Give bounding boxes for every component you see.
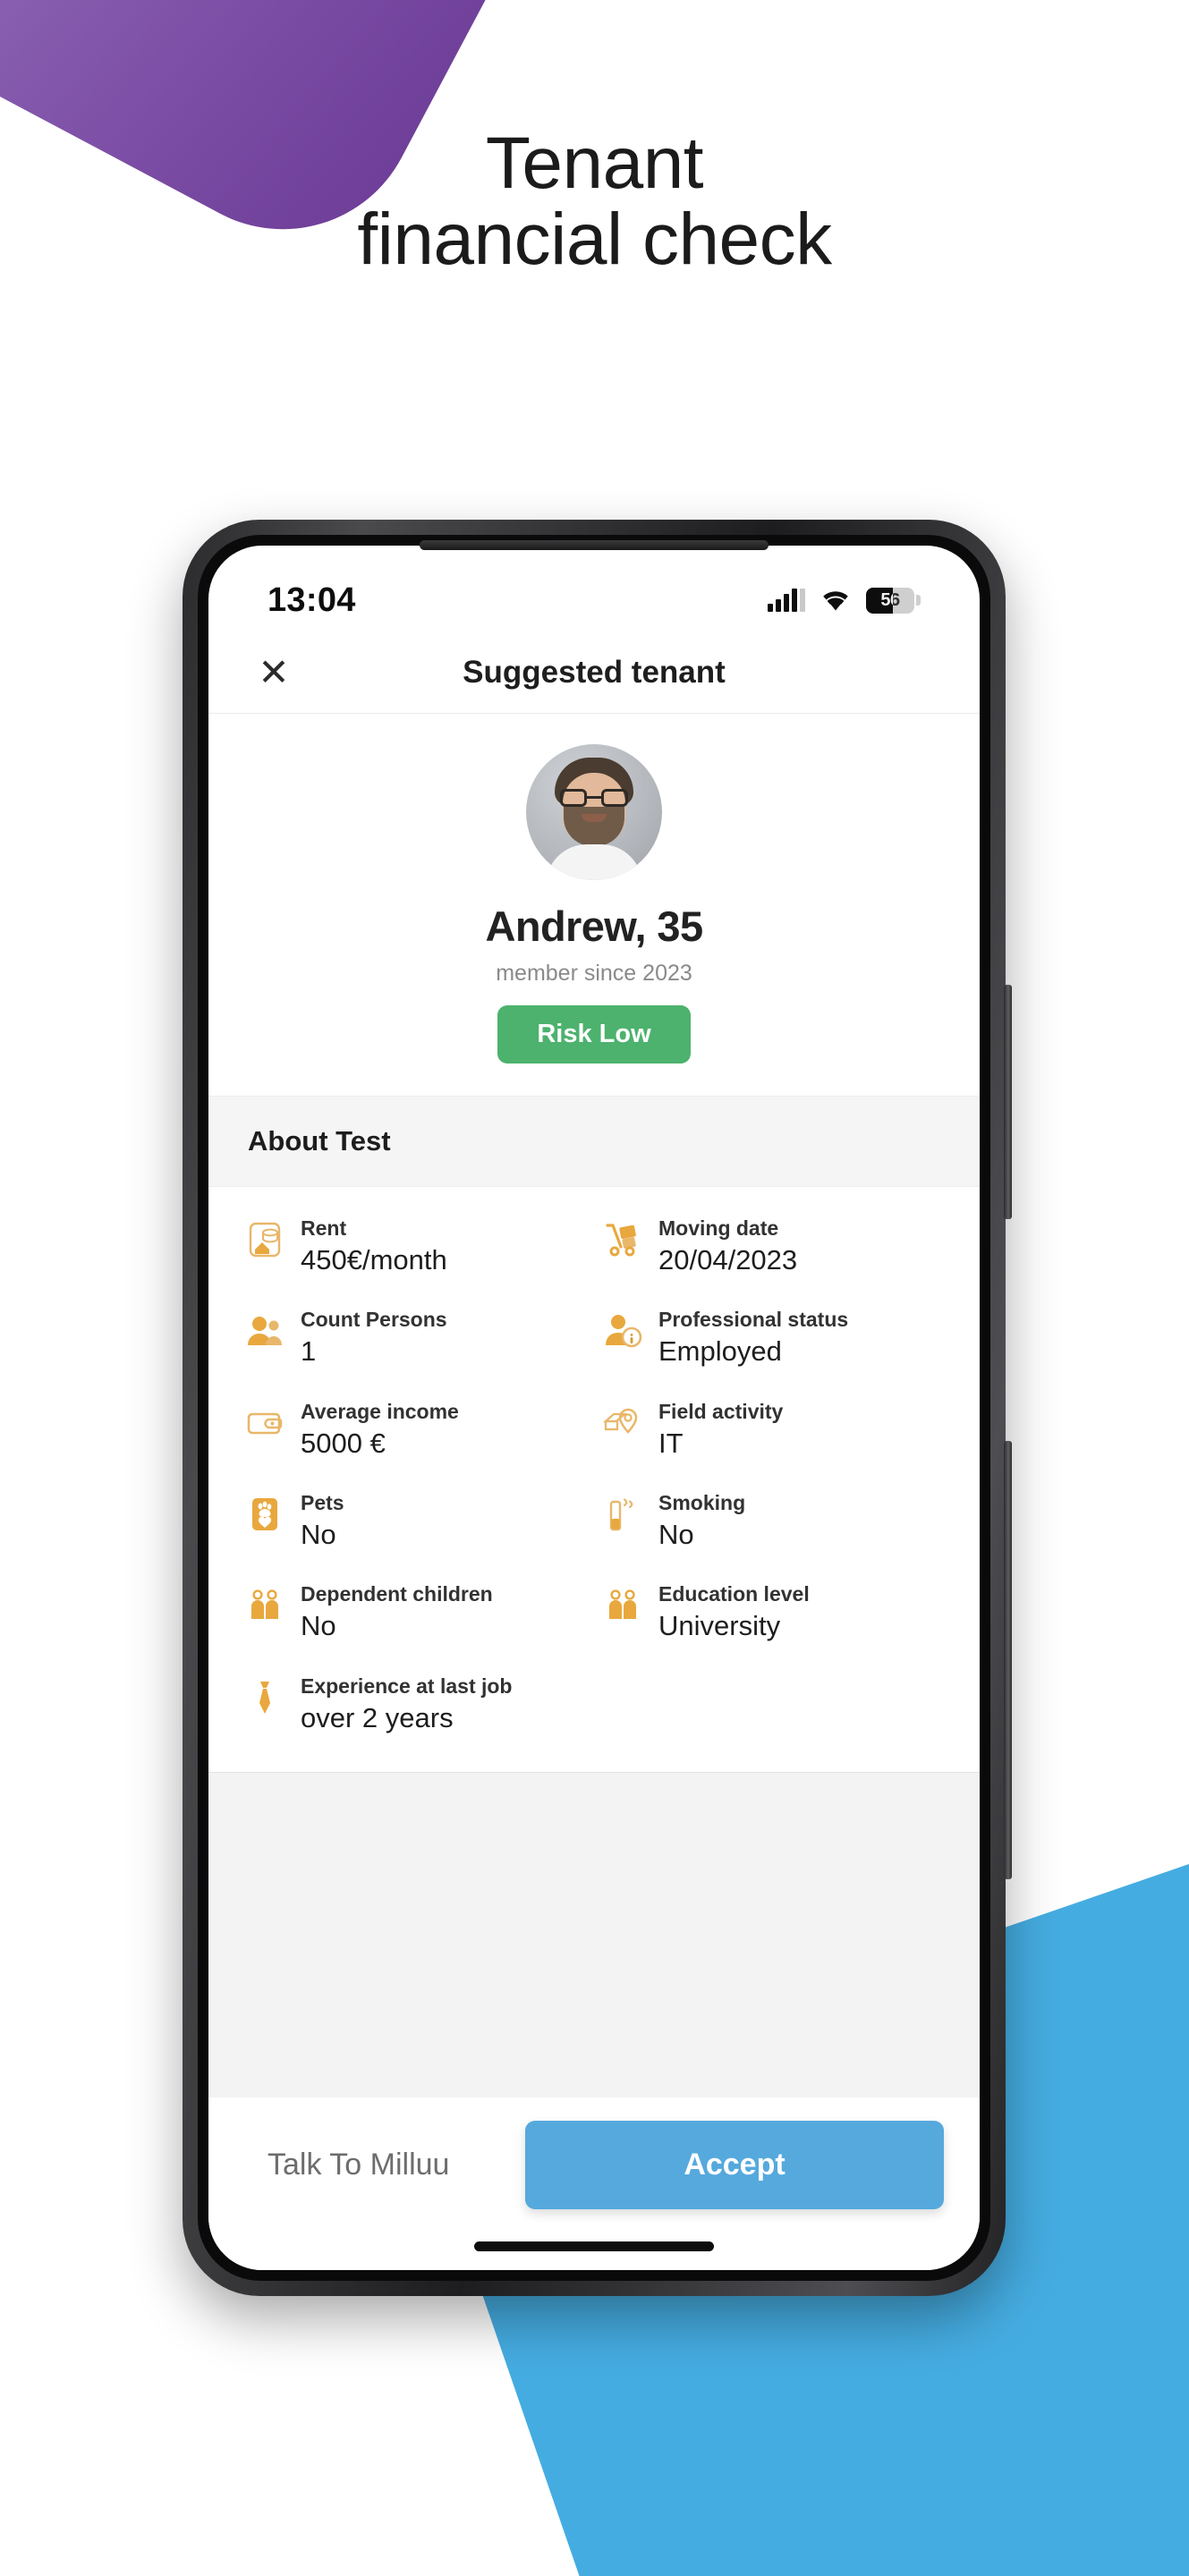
detail-label: Average income xyxy=(301,1399,459,1423)
close-x-icon[interactable]: ✕ xyxy=(253,652,294,693)
tenant-member-since: member since 2023 xyxy=(496,961,692,986)
page-title: Suggested tenant xyxy=(463,654,726,690)
status-bar: 13:04 56 xyxy=(208,546,980,631)
about-title: About Test xyxy=(248,1125,391,1157)
status-clock: 13:04 xyxy=(268,580,356,619)
detail-row: Rent 450€/month xyxy=(244,1207,586,1287)
detail-label: Experience at last job xyxy=(301,1674,513,1698)
wallet-icon xyxy=(244,1402,285,1444)
detail-label: Smoking xyxy=(658,1491,746,1515)
rent-house-coins-icon xyxy=(244,1219,285,1260)
detail-value: No xyxy=(301,1610,336,1642)
tenant-details-grid: Rent 450€/month Moving date 20/04/2023 C… xyxy=(208,1187,980,1773)
phone-screen: 13:04 56 ✕ Suggested tenant Andrew, 35 m… xyxy=(208,546,980,2270)
status-badge[interactable]: Risk Low xyxy=(497,1005,691,1063)
tenant-profile: Andrew, 35 member since 2023 Risk Low xyxy=(208,714,980,1097)
app-header: ✕ Suggested tenant xyxy=(208,631,980,714)
detail-value: IT xyxy=(658,1427,684,1459)
phone-side-button-bottom[interactable] xyxy=(1004,1441,1012,1879)
detail-value: No xyxy=(658,1519,694,1551)
detail-value: Employed xyxy=(658,1335,782,1368)
tenant-name: Andrew, 35 xyxy=(485,902,704,950)
experience-tie-icon xyxy=(244,1677,285,1718)
phone-bezel: 13:04 56 ✕ Suggested tenant Andrew, 35 m… xyxy=(198,535,990,2281)
detail-label: Rent xyxy=(301,1216,347,1240)
dependent-children-icon xyxy=(244,1585,285,1626)
about-section-header: About Test xyxy=(208,1097,980,1187)
detail-value: over 2 years xyxy=(301,1701,454,1733)
detail-row: Dependent children No xyxy=(244,1572,586,1653)
detail-row: Pets No xyxy=(244,1481,586,1562)
content-spacer xyxy=(208,1772,980,2097)
smoking-cigarette-icon xyxy=(602,1494,643,1535)
phone-speaker-grille xyxy=(420,540,769,550)
promo-screenshot: Tenant financial check 13:04 56 ✕ Sugges… xyxy=(0,0,1189,2576)
detail-label: Count Persons xyxy=(301,1308,447,1332)
detail-row: Field activity IT xyxy=(602,1390,944,1470)
detail-value: 450€/month xyxy=(301,1244,447,1276)
detail-row: Average income 5000 € xyxy=(244,1390,586,1470)
detail-label: Field activity xyxy=(658,1399,784,1423)
signal-bars-icon xyxy=(768,589,805,612)
detail-row: Education level University xyxy=(602,1572,944,1653)
headline-line-1: Tenant xyxy=(485,123,704,204)
detail-label: Dependent children xyxy=(301,1582,493,1606)
promo-headline: Tenant financial check xyxy=(0,125,1189,278)
detail-row: Experience at last job over 2 years xyxy=(244,1665,586,1745)
detail-row: Professional status Employed xyxy=(602,1298,944,1378)
action-bar: Talk To Milluu Accept xyxy=(208,2097,980,2222)
avatar xyxy=(526,744,662,880)
detail-value: 1 xyxy=(301,1335,317,1368)
education-level-icon xyxy=(602,1585,643,1626)
detail-value: University xyxy=(658,1610,781,1642)
phone-side-button-top[interactable] xyxy=(1004,985,1012,1219)
battery-level-text: 56 xyxy=(880,589,900,610)
persons-count-icon xyxy=(244,1310,285,1352)
home-indicator[interactable] xyxy=(208,2222,980,2270)
detail-value: 5000 € xyxy=(301,1427,386,1459)
accept-button[interactable]: Accept xyxy=(525,2121,944,2209)
detail-row: Count Persons 1 xyxy=(244,1298,586,1378)
detail-value: No xyxy=(301,1519,336,1551)
detail-row: Moving date 20/04/2023 xyxy=(602,1207,944,1287)
detail-value: 20/04/2023 xyxy=(658,1244,798,1276)
detail-label: Moving date xyxy=(658,1216,779,1240)
professional-status-icon xyxy=(602,1310,643,1352)
detail-label: Professional status xyxy=(658,1308,849,1332)
detail-row: Smoking No xyxy=(602,1481,944,1562)
battery-icon: 56 xyxy=(866,587,921,614)
moving-cart-icon xyxy=(602,1219,643,1260)
field-activity-tag-icon xyxy=(602,1402,643,1444)
status-icons: 56 xyxy=(768,587,921,614)
headline-line-2: financial check xyxy=(357,199,832,281)
detail-label: Pets xyxy=(301,1491,344,1515)
pets-paw-heart-icon xyxy=(244,1494,285,1535)
talk-to-milluu-link[interactable]: Talk To Milluu xyxy=(244,2148,472,2182)
detail-label: Education level xyxy=(658,1582,810,1606)
phone-mockup: 13:04 56 ✕ Suggested tenant Andrew, 35 m… xyxy=(183,520,1012,2296)
wifi-icon xyxy=(820,589,851,612)
